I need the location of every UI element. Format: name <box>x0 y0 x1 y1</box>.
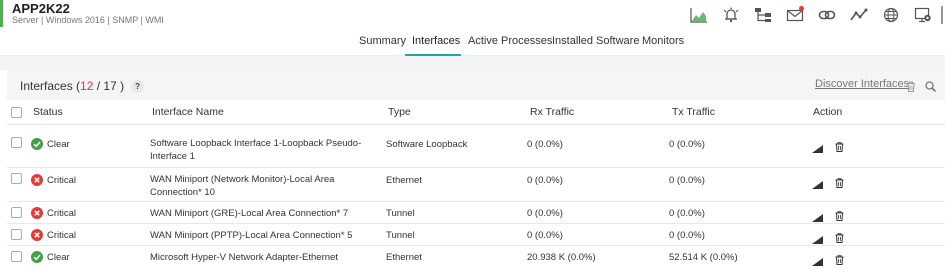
interface-name[interactable]: Microsoft Hyper-V Network Adapter-Ethern… <box>150 252 338 263</box>
interface-name[interactable]: WAN Miniport (GRE)-Local Area Connection… <box>150 208 348 219</box>
status-label: Clear <box>47 139 70 150</box>
title-separator: / <box>93 79 104 93</box>
rx-traffic: 0 (0.0%) <box>527 208 563 219</box>
critical-status-icon <box>31 229 43 241</box>
column-type[interactable]: Type <box>388 106 411 118</box>
column-status[interactable]: Status <box>33 106 63 118</box>
tab-summary[interactable]: Summary <box>359 35 406 47</box>
clear-status-icon <box>31 251 43 263</box>
globe-icon[interactable] <box>875 4 907 26</box>
status-accent-bar <box>0 0 3 27</box>
device-name: APP2K22 <box>12 1 70 16</box>
title-suffix: ) <box>116 79 125 93</box>
critical-status-icon <box>31 174 43 186</box>
help-icon[interactable]: ? <box>131 80 145 93</box>
tab-monitors[interactable]: Monitors <box>642 35 684 47</box>
tx-traffic: 0 (0.0%) <box>669 139 705 150</box>
trend-line-icon[interactable] <box>843 4 875 26</box>
tab-installed-software[interactable]: Installed Software <box>552 35 639 47</box>
interface-name[interactable]: WAN Miniport (PPTP)-Local Area Connectio… <box>150 230 352 241</box>
count-total: 17 <box>103 79 117 93</box>
interface-name[interactable]: Software Loopback Interface 1-Loopback P… <box>150 137 382 163</box>
interface-name[interactable]: WAN Miniport (Network Monitor)-Local Are… <box>150 173 382 199</box>
interface-type: Tunnel <box>386 230 415 241</box>
status-label: Clear <box>47 252 70 263</box>
status-label: Critical <box>47 230 77 241</box>
tx-traffic: 0 (0.0%) <box>669 208 705 219</box>
monitor-settings-icon[interactable] <box>907 4 939 26</box>
interface-type: Tunnel <box>386 208 415 219</box>
device-toolbar <box>683 4 945 26</box>
discover-interfaces-link[interactable]: Discover Interfaces <box>815 78 909 90</box>
tab-interfaces[interactable]: Interfaces <box>412 35 460 47</box>
rx-traffic: 0 (0.0%) <box>527 175 563 186</box>
column-tx-traffic[interactable]: Tx Traffic <box>672 106 715 118</box>
notification-dot <box>799 6 804 11</box>
device-header: APP2K22 Server | Windows 2016 | SNMP | W… <box>0 0 945 30</box>
rx-traffic: 20.938 K (0.0%) <box>527 252 596 263</box>
panel-header: Interfaces (12 / 17 )? Discover Interfac… <box>7 70 945 100</box>
select-all-checkbox[interactable] <box>11 107 22 118</box>
rx-traffic: 0 (0.0%) <box>527 139 563 150</box>
count-shown: 12 <box>80 79 94 93</box>
table-row: Critical WAN Miniport (PPTP)-Local Area … <box>7 224 945 246</box>
search-icon[interactable] <box>925 79 937 97</box>
status-label: Critical <box>47 208 77 219</box>
clear-status-icon <box>31 138 43 150</box>
alarm-bell-icon[interactable] <box>715 4 747 26</box>
separator-band <box>0 56 945 70</box>
column-interface-name[interactable]: Interface Name <box>152 106 224 118</box>
interface-type: Ethernet <box>386 252 422 263</box>
interface-type: Software Loopback <box>386 139 468 150</box>
column-header-row: Status Interface Name Type Rx Traffic Tx… <box>7 100 945 125</box>
column-rx-traffic[interactable]: Rx Traffic <box>530 106 574 118</box>
table-row: Clear Microsoft Hyper-V Network Adapter-… <box>7 246 945 269</box>
network-tree-icon[interactable] <box>747 4 779 26</box>
device-info: Server | Windows 2016 | SNMP | WMI <box>12 15 164 25</box>
trash-icon[interactable] <box>835 175 844 193</box>
trash-icon[interactable] <box>835 139 844 157</box>
status-label: Critical <box>47 175 77 186</box>
critical-status-icon <box>31 207 43 219</box>
signal-chart-icon[interactable] <box>812 176 823 194</box>
interface-type: Ethernet <box>386 175 422 186</box>
row-checkbox[interactable] <box>11 251 22 262</box>
row-checkbox[interactable] <box>11 173 22 184</box>
trash-icon[interactable] <box>906 79 916 97</box>
row-checkbox[interactable] <box>11 137 22 148</box>
column-action: Action <box>813 106 843 118</box>
row-checkbox[interactable] <box>11 207 22 218</box>
area-chart-icon[interactable] <box>683 4 715 26</box>
link-icon[interactable] <box>811 4 843 26</box>
title-prefix: Interfaces ( <box>20 79 81 93</box>
mail-icon[interactable] <box>779 4 811 26</box>
toolbar-edge <box>941 6 945 24</box>
tx-traffic: 0 (0.0%) <box>669 175 705 186</box>
row-checkbox[interactable] <box>11 229 22 240</box>
table-row: Critical WAN Miniport (Network Monitor)-… <box>7 168 945 202</box>
signal-chart-icon[interactable] <box>812 140 823 158</box>
tx-traffic: 0 (0.0%) <box>669 230 705 241</box>
interfaces-panel: Interfaces (12 / 17 )? Discover Interfac… <box>7 70 945 269</box>
trash-icon[interactable] <box>835 252 844 269</box>
panel-title: Interfaces (12 / 17 )? <box>20 79 145 93</box>
table-row: Clear Software Loopback Interface 1-Loop… <box>7 126 945 168</box>
signal-chart-icon[interactable] <box>812 253 823 269</box>
tab-bar: Summary Interfaces Active Processes Inst… <box>0 30 945 56</box>
table-row: Critical WAN Miniport (GRE)-Local Area C… <box>7 202 945 224</box>
tab-active-processes[interactable]: Active Processes <box>468 35 552 47</box>
tx-traffic: 52.514 K (0.0%) <box>669 252 738 263</box>
rx-traffic: 0 (0.0%) <box>527 230 563 241</box>
